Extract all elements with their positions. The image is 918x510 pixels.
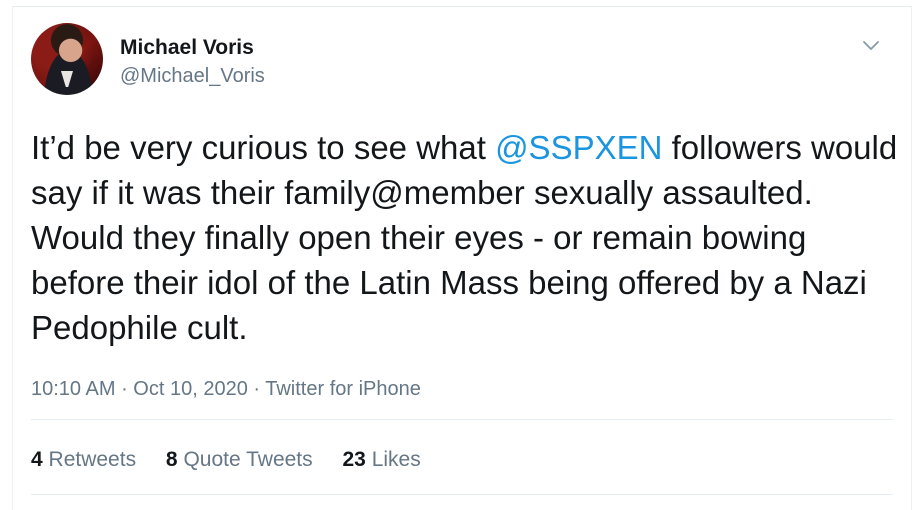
author-name[interactable]: Michael Voris [120,35,254,61]
divider [31,494,893,495]
chevron-down-icon[interactable] [859,33,883,57]
mention-link[interactable]: @SSPXEN [495,129,662,166]
likes-stat[interactable]: 23 Likes [343,446,421,474]
tweet-source[interactable]: Twitter for iPhone [265,378,421,400]
retweets-label: Retweets [48,448,137,471]
tweet-date[interactable]: Oct 10, 2020 [133,378,248,400]
likes-label: Likes [371,448,421,471]
meta-separator: · [115,378,134,400]
avatar[interactable] [31,23,103,95]
quote-tweets-count: 8 [165,448,178,471]
avatar-collar [61,71,73,87]
retweets-stat[interactable]: 4 Retweets [31,446,136,474]
quote-tweets-stat[interactable]: 8 Quote Tweets [166,446,313,474]
divider [31,419,893,420]
author-handle[interactable]: @Michael_Voris [120,63,265,89]
likes-count: 23 [342,448,366,471]
tweet-stats: 4 Retweets 8 Quote Tweets 23 Likes [31,446,445,474]
tweet-time[interactable]: 10:10 AM [31,378,116,400]
tweet-text-part: It’d be very curious to see what [31,129,496,166]
retweets-count: 4 [31,448,43,471]
tweet-meta: 10:10 AM · Oct 10, 2020 · Twitter for iP… [31,375,421,403]
tweet-text: It’d be very curious to see what @SSPXEN… [31,125,901,350]
tweet-card: Michael Voris @Michael_Voris It’d be ver… [12,6,912,510]
meta-separator: · [247,378,266,400]
quote-tweets-label: Quote Tweets [183,448,313,471]
